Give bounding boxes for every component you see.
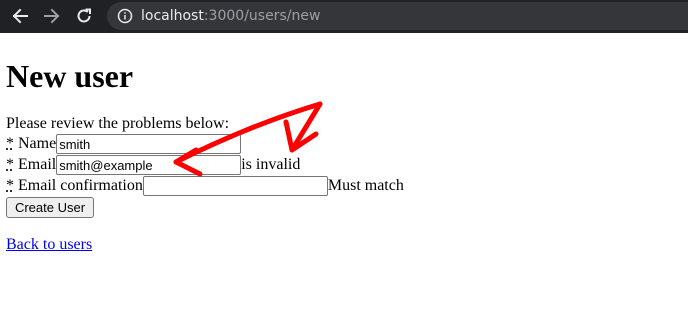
create-user-button[interactable]: Create User	[6, 197, 94, 218]
page-title: New user	[6, 58, 134, 94]
back-to-users-link[interactable]: Back to users	[6, 236, 92, 254]
email-row: * Email is invalid	[6, 155, 300, 175]
address-bar[interactable]: localhost:3000/users/new	[107, 2, 688, 30]
email-field[interactable]	[56, 155, 242, 175]
email-confirmation-label: Email confirmation	[18, 177, 143, 194]
email-confirmation-row: * Email confirmation Must match	[6, 176, 404, 196]
required-marker: *	[6, 177, 14, 194]
required-marker: *	[6, 156, 14, 173]
back-button[interactable]	[10, 6, 30, 26]
reload-button[interactable]	[74, 6, 94, 26]
arrow-left-icon	[12, 8, 28, 24]
email-confirmation-error: Must match	[327, 177, 404, 194]
browser-toolbar: localhost:3000/users/new	[0, 0, 688, 33]
url-path: :3000/users/new	[203, 8, 321, 24]
error-summary: Please review the problems below:	[6, 115, 230, 132]
email-error: is invalid	[241, 156, 301, 173]
name-row: * Name	[6, 134, 242, 154]
email-label: Email	[18, 156, 57, 173]
arrow-right-icon	[44, 8, 60, 24]
forward-button[interactable]	[42, 6, 62, 26]
url-host: localhost	[141, 8, 204, 24]
info-circle-icon[interactable]	[117, 8, 133, 24]
url-text[interactable]: localhost:3000/users/new	[141, 8, 320, 24]
reload-icon	[77, 8, 91, 23]
name-field[interactable]	[56, 134, 242, 154]
email-confirmation-field[interactable]	[142, 176, 328, 196]
name-label: Name	[18, 135, 57, 152]
required-marker: *	[6, 135, 14, 152]
